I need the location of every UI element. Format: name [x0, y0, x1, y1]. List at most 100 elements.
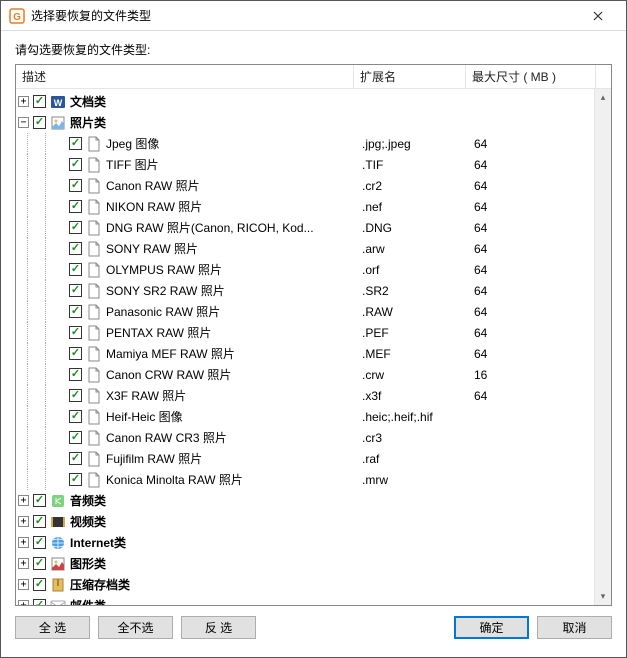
- checkbox[interactable]: [69, 200, 82, 213]
- file-type-row[interactable]: SONY RAW 照片 .arw 64: [18, 238, 611, 259]
- expander-icon[interactable]: +: [18, 96, 29, 107]
- checkbox[interactable]: [69, 368, 82, 381]
- file-size: 16: [468, 368, 598, 382]
- file-type-row[interactable]: SONY SR2 RAW 照片 .SR2 64: [18, 280, 611, 301]
- category-row-mail[interactable]: + 邮件类: [18, 595, 611, 606]
- file-size: 64: [468, 242, 598, 256]
- checkbox[interactable]: [69, 410, 82, 423]
- file-type-row[interactable]: TIFF 图片 .TIF 64: [18, 154, 611, 175]
- checkbox[interactable]: [69, 389, 82, 402]
- file-type-name: Panasonic RAW 照片: [106, 303, 220, 320]
- category-row-archive[interactable]: + 压缩存档类: [18, 574, 611, 595]
- close-button[interactable]: [578, 2, 618, 30]
- checkbox[interactable]: [69, 473, 82, 486]
- checkbox[interactable]: [33, 95, 46, 108]
- scroll-down-icon[interactable]: ▾: [595, 588, 611, 605]
- category-row-photo[interactable]: − 照片类: [18, 112, 611, 133]
- file-icon: [86, 241, 102, 257]
- category-row-doc[interactable]: + W 文档类: [18, 91, 611, 112]
- expander-icon[interactable]: +: [18, 600, 29, 606]
- file-type-row[interactable]: DNG RAW 照片(Canon, RICOH, Kod... .DNG 64: [18, 217, 611, 238]
- checkbox[interactable]: [69, 326, 82, 339]
- checkbox[interactable]: [33, 599, 46, 606]
- category-icon: [50, 556, 66, 572]
- file-type-row[interactable]: Canon RAW 照片 .cr2 64: [18, 175, 611, 196]
- scrollbar[interactable]: ▴ ▾: [594, 89, 611, 605]
- file-type-name: PENTAX RAW 照片: [106, 324, 211, 341]
- file-type-row[interactable]: X3F RAW 照片 .x3f 64: [18, 385, 611, 406]
- file-type-name: Konica Minolta RAW 照片: [106, 471, 243, 488]
- file-type-row[interactable]: Jpeg 图像 .jpg;.jpeg 64: [18, 133, 611, 154]
- category-icon: [50, 493, 66, 509]
- checkbox[interactable]: [69, 263, 82, 276]
- file-icon: [86, 199, 102, 215]
- window-title: 选择要恢复的文件类型: [31, 7, 578, 24]
- checkbox[interactable]: [33, 557, 46, 570]
- category-row-audio[interactable]: + 音频类: [18, 490, 611, 511]
- expander-icon[interactable]: +: [18, 516, 29, 527]
- expander-icon[interactable]: −: [18, 117, 29, 128]
- category-icon: [50, 115, 66, 131]
- file-type-row[interactable]: Konica Minolta RAW 照片 .mrw: [18, 469, 611, 490]
- checkbox[interactable]: [33, 515, 46, 528]
- svg-text:W: W: [54, 98, 63, 108]
- scroll-up-icon[interactable]: ▴: [595, 89, 611, 106]
- file-type-row[interactable]: Panasonic RAW 照片 .RAW 64: [18, 301, 611, 322]
- category-label: 音频类: [70, 492, 106, 509]
- expander-icon[interactable]: +: [18, 558, 29, 569]
- file-icon: [86, 325, 102, 341]
- invert-button[interactable]: 反 选: [181, 616, 256, 639]
- file-type-name: Canon RAW CR3 照片: [106, 429, 227, 446]
- expander-icon[interactable]: +: [18, 579, 29, 590]
- select-all-button[interactable]: 全 选: [15, 616, 90, 639]
- col-ext-header[interactable]: 扩展名: [354, 65, 466, 88]
- file-size: 64: [468, 179, 598, 193]
- category-label: Internet类: [70, 534, 126, 551]
- category-label: 照片类: [70, 114, 106, 131]
- category-label: 邮件类: [70, 597, 106, 606]
- checkbox[interactable]: [69, 452, 82, 465]
- file-size: 64: [468, 263, 598, 277]
- category-row-internet[interactable]: + Internet类: [18, 532, 611, 553]
- checkbox[interactable]: [33, 116, 46, 129]
- file-type-row[interactable]: Fujifilm RAW 照片 .raf: [18, 448, 611, 469]
- file-icon: [86, 451, 102, 467]
- select-none-button[interactable]: 全不选: [98, 616, 173, 639]
- svg-text:G: G: [13, 12, 21, 23]
- checkbox[interactable]: [33, 536, 46, 549]
- file-type-row[interactable]: PENTAX RAW 照片 .PEF 64: [18, 322, 611, 343]
- file-type-row[interactable]: Mamiya MEF RAW 照片 .MEF 64: [18, 343, 611, 364]
- file-ext: .nef: [356, 200, 468, 214]
- col-desc-header[interactable]: 描述: [16, 65, 354, 88]
- file-type-row[interactable]: NIKON RAW 照片 .nef 64: [18, 196, 611, 217]
- file-type-row[interactable]: Canon CRW RAW 照片 .crw 16: [18, 364, 611, 385]
- file-type-row[interactable]: OLYMPUS RAW 照片 .orf 64: [18, 259, 611, 280]
- checkbox[interactable]: [69, 431, 82, 444]
- checkbox[interactable]: [69, 137, 82, 150]
- category-row-graphics[interactable]: + 图形类: [18, 553, 611, 574]
- checkbox[interactable]: [69, 158, 82, 171]
- file-type-name: X3F RAW 照片: [106, 387, 186, 404]
- file-icon: [86, 157, 102, 173]
- checkbox[interactable]: [69, 305, 82, 318]
- ok-button[interactable]: 确定: [454, 616, 529, 639]
- file-type-name: Heif-Heic 图像: [106, 408, 183, 425]
- checkbox[interactable]: [69, 347, 82, 360]
- checkbox[interactable]: [33, 494, 46, 507]
- category-label: 文档类: [70, 93, 106, 110]
- expander-icon[interactable]: +: [18, 537, 29, 548]
- file-ext: .mrw: [356, 473, 468, 487]
- col-size-header[interactable]: 最大尺寸 ( MB ): [466, 65, 596, 88]
- expander-icon[interactable]: +: [18, 495, 29, 506]
- cancel-button[interactable]: 取消: [537, 616, 612, 639]
- checkbox[interactable]: [69, 284, 82, 297]
- file-ext: .TIF: [356, 158, 468, 172]
- checkbox[interactable]: [33, 578, 46, 591]
- checkbox[interactable]: [69, 242, 82, 255]
- file-type-row[interactable]: Canon RAW CR3 照片 .cr3: [18, 427, 611, 448]
- checkbox[interactable]: [69, 179, 82, 192]
- file-size: 64: [468, 305, 598, 319]
- file-type-row[interactable]: Heif-Heic 图像 .heic;.heif;.hif: [18, 406, 611, 427]
- checkbox[interactable]: [69, 221, 82, 234]
- category-row-video[interactable]: + 视频类: [18, 511, 611, 532]
